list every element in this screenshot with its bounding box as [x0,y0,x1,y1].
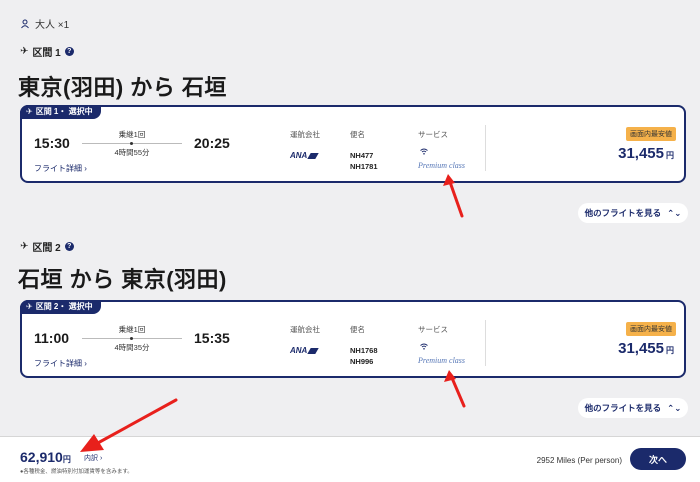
stops-label: 乗継1回 [118,130,146,139]
ana-logo: ANA [290,151,320,160]
flight-detail-link[interactable]: フライト詳細 › [34,163,87,174]
arrival-time: 20:25 [194,135,230,151]
plane-icon: ✈ [26,302,33,311]
wifi-icon [420,343,428,350]
connection-info: 乗継1回 4時間35分 [82,324,182,353]
divider [485,320,486,366]
flight-number-header: 便名 [350,325,365,334]
help-icon[interactable]: ? [64,47,74,56]
fare-price: 31,455 円 [618,145,674,162]
service-header: サービス [418,325,448,334]
ana-logo: ANA [290,346,320,355]
operator-header: 運航会社 [290,325,320,334]
other-flights-button[interactable]: 他のフライトを見る ⌃⌄ [578,203,688,223]
chevron-right-icon: › [84,164,87,173]
route-line [82,142,182,145]
route-line [82,337,182,340]
red-arrow-annotation [80,398,178,452]
duration-label: 4時間55分 [114,148,150,157]
chevron-updown-icon: ⌃⌄ [667,402,682,413]
chevron-right-icon: › [99,455,103,462]
red-arrow-annotation [444,370,466,408]
arrival-time: 15:35 [194,330,230,346]
plane-icon: ✈ [20,46,29,57]
segment-1-label: ✈ 区間 1 ? [20,44,74,59]
wifi-icon [420,148,428,155]
tax-note: ●各種税金、燃油特別付加運賃等を含みます。 [20,469,133,475]
flight-number: NH996 [350,357,374,366]
segment-1-route-title: 東京(羽田) から 石垣 [18,75,227,100]
premium-class-label: Premium class [418,356,466,365]
flight-number: NH1781 [350,162,378,171]
other-flights-button[interactable]: 他のフライトを見る ⌃⌄ [578,398,688,418]
total-price: 62,910円 [20,449,71,465]
duration-label: 4時間35分 [114,343,150,352]
divider [485,125,486,171]
premium-class-label: Premium class [418,161,466,170]
red-arrow-annotation [443,174,464,218]
chevron-updown-icon: ⌃⌄ [667,207,682,218]
operator-header: 運航会社 [290,130,320,139]
segment-1-flight-card[interactable]: ✈ 区間 1・ 選択中 15:30 乗継1回 4時間55分 20:25 フライト… [20,105,686,183]
segment-2-selected-tab: ✈ 区間 2・ 選択中 [20,300,101,314]
person-icon [21,19,29,28]
departure-time: 11:00 [34,330,70,346]
next-button[interactable]: 次へ [630,448,686,470]
flight-number: NH477 [350,151,374,160]
stops-label: 乗継1回 [118,325,146,334]
segment-2-route-title: 石垣 から 東京(羽田) [18,267,227,292]
flight-number: NH1768 [350,346,378,355]
passenger-count: 大人 ×1 [20,16,69,31]
flight-detail-link[interactable]: フライト詳細 › [34,358,87,369]
service-header: サービス [418,130,448,139]
passenger-label: 大人 ×1 [35,20,70,31]
chevron-right-icon: › [84,359,87,368]
plane-icon: ✈ [26,107,33,116]
lowest-price-badge: 画面内最安値 [626,322,676,336]
help-icon[interactable]: ? [64,242,74,251]
segment-2-flight-card[interactable]: ✈ 区間 2・ 選択中 11:00 乗継1回 4時間35分 15:35 フライト… [20,300,686,378]
flight-number-header: 便名 [350,130,365,139]
fare-price: 31,455 円 [618,340,674,357]
lowest-price-badge: 画面内最安値 [626,127,676,141]
plane-icon: ✈ [20,241,29,252]
miles-label: 2952 Miles (Per person) [536,456,622,465]
segment-1-selected-tab: ✈ 区間 1・ 選択中 [20,105,101,119]
segment-2-label: ✈ 区間 2 ? [20,239,74,254]
departure-time: 15:30 [34,135,70,151]
connection-info: 乗継1回 4時間55分 [82,129,182,158]
